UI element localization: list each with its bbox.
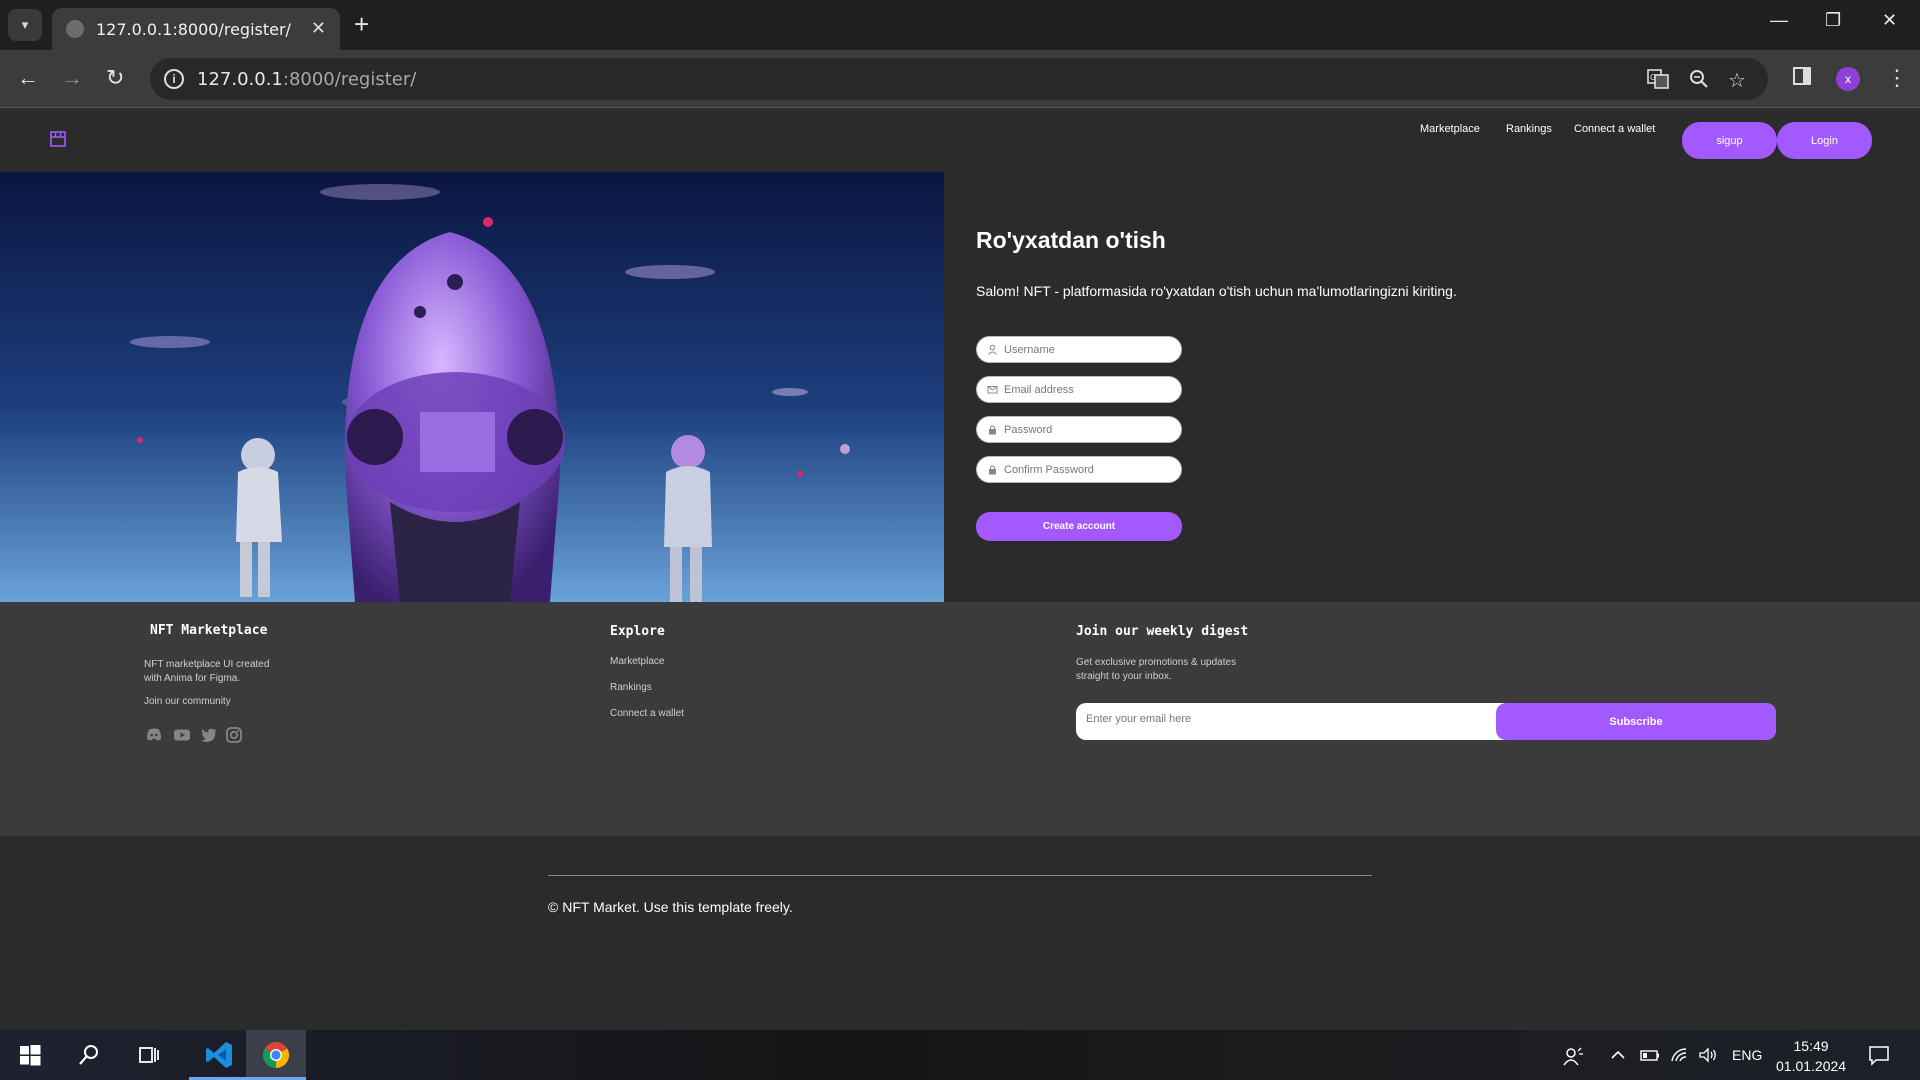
footer-explore-title: Explore xyxy=(610,624,665,639)
lock-icon xyxy=(987,424,998,435)
site-info-icon[interactable]: i xyxy=(164,69,184,89)
envelope-icon xyxy=(987,384,998,395)
close-tab-icon[interactable]: ✕ xyxy=(311,18,326,39)
copyright-icon: © xyxy=(548,899,559,915)
footer-link-rankings[interactable]: Rankings xyxy=(610,682,652,693)
confirm-password-input[interactable] xyxy=(1004,461,1174,479)
clock-date: 01.01.2024 xyxy=(1776,1058,1847,1074)
footer-link-connect-wallet[interactable]: Connect a wallet xyxy=(610,708,684,719)
search-icon[interactable] xyxy=(77,1043,101,1067)
profile-avatar[interactable]: x xyxy=(1836,67,1860,91)
forward-button[interactable]: → xyxy=(61,66,83,90)
signup-button[interactable]: sigup xyxy=(1682,122,1777,159)
task-view-icon[interactable] xyxy=(137,1043,161,1067)
newsletter-form: Subscribe xyxy=(1076,703,1776,740)
nav-rankings[interactable]: Rankings xyxy=(1506,123,1552,135)
site-header: Marketplace Rankings Connect a wallet si… xyxy=(0,109,1920,171)
footer-digest-desc-1: Get exclusive promotions & updates xyxy=(1076,657,1237,668)
url-text[interactable]: 127.0.0.1:8000/register/ xyxy=(197,69,416,90)
twitter-icon[interactable] xyxy=(200,726,218,744)
hero-image xyxy=(0,172,944,602)
reload-button[interactable]: ↻ xyxy=(106,66,124,90)
instagram-icon[interactable] xyxy=(225,726,243,744)
browser-tab[interactable]: 127.0.0.1:8000/register/ ✕ xyxy=(52,8,340,50)
globe-icon xyxy=(66,20,84,38)
restore-button[interactable]: ❐ xyxy=(1825,10,1841,31)
windows-start-icon[interactable] xyxy=(18,1043,42,1067)
nav-connect-wallet[interactable]: Connect a wallet xyxy=(1574,123,1655,135)
vscode-icon xyxy=(206,1042,232,1068)
translate-icon[interactable]: G xyxy=(1647,68,1669,96)
browser-tab-bar: ▾ 127.0.0.1:8000/register/ ✕ + — ❐ ✕ xyxy=(0,0,1920,50)
new-tab-button[interactable]: + xyxy=(354,10,369,38)
footer-community-label: Join our community xyxy=(144,696,231,707)
copyright-label: NFT Market. Use this template freely. xyxy=(562,899,793,915)
chrome-taskbar-button[interactable] xyxy=(246,1030,306,1080)
vscode-taskbar-button[interactable] xyxy=(189,1030,249,1080)
svg-text:G: G xyxy=(1650,73,1656,82)
close-window-button[interactable]: ✕ xyxy=(1882,10,1897,31)
password-field[interactable] xyxy=(976,416,1182,443)
login-button[interactable]: Login xyxy=(1777,122,1872,159)
footer-brand-desc-1: NFT marketplace UI created xyxy=(144,659,270,670)
footer-digest-title: Join our weekly digest xyxy=(1076,624,1249,639)
form-subtitle: Salom! NFT - platformasida ro'yxatdan o'… xyxy=(976,283,1457,299)
username-field[interactable] xyxy=(976,336,1182,363)
chrome-icon xyxy=(262,1042,290,1069)
windows-taskbar: ENG 15:49 01.01.2024 xyxy=(0,1030,1920,1080)
wifi-icon[interactable] xyxy=(1670,1047,1690,1066)
language-indicator[interactable]: ENG xyxy=(1732,1047,1762,1063)
back-button[interactable]: ← xyxy=(17,66,39,90)
footer-divider xyxy=(548,875,1372,876)
notification-icon[interactable] xyxy=(1868,1044,1890,1069)
discord-icon[interactable] xyxy=(145,726,163,744)
bookmark-star-icon[interactable]: ☆ xyxy=(1728,68,1746,93)
volume-icon[interactable] xyxy=(1698,1047,1718,1066)
system-clock[interactable]: 15:49 01.01.2024 xyxy=(1776,1036,1846,1076)
minimize-button[interactable]: — xyxy=(1770,10,1788,31)
username-input[interactable] xyxy=(1004,341,1174,359)
email-field[interactable] xyxy=(976,376,1182,403)
zoom-icon[interactable] xyxy=(1688,68,1710,96)
footer-link-marketplace[interactable]: Marketplace xyxy=(610,656,664,667)
user-icon xyxy=(987,344,998,355)
page-title: Ro'yxatdan o'tish xyxy=(976,227,1166,253)
side-panel-icon[interactable] xyxy=(1792,66,1812,92)
people-icon[interactable] xyxy=(1562,1047,1584,1070)
lock-icon xyxy=(987,464,998,475)
clock-time: 15:49 xyxy=(1793,1038,1829,1054)
copyright-text: © NFT Market. Use this template freely. xyxy=(548,899,793,915)
tab-search-button[interactable]: ▾ xyxy=(8,9,42,41)
create-account-button[interactable]: Create account xyxy=(976,512,1182,541)
battery-icon[interactable] xyxy=(1640,1047,1660,1066)
page-content: Marketplace Rankings Connect a wallet si… xyxy=(0,109,1920,1030)
nav-marketplace[interactable]: Marketplace xyxy=(1420,123,1480,135)
email-input[interactable] xyxy=(1004,381,1174,399)
address-bar[interactable]: i 127.0.0.1:8000/register/ G ☆ xyxy=(150,58,1768,100)
youtube-icon[interactable] xyxy=(173,726,191,744)
site-footer: NFT Marketplace NFT marketplace UI creat… xyxy=(0,602,1920,915)
subscribe-button[interactable]: Subscribe xyxy=(1496,703,1776,740)
storefront-logo-icon[interactable] xyxy=(49,130,67,148)
footer-brand-title: NFT Marketplace xyxy=(150,623,268,638)
newsletter-email-input[interactable] xyxy=(1086,713,1486,725)
browser-toolbar: ← → ↻ i 127.0.0.1:8000/register/ G ☆ x ⋮ xyxy=(0,50,1920,108)
tab-title: 127.0.0.1:8000/register/ xyxy=(96,19,291,39)
password-input[interactable] xyxy=(1004,421,1174,439)
footer-brand-desc-2: with Anima for Figma. xyxy=(144,673,241,684)
chevron-up-icon[interactable] xyxy=(1610,1047,1626,1066)
browser-menu-icon[interactable]: ⋮ xyxy=(1886,65,1908,91)
footer-digest-desc-2: straight to your inbox. xyxy=(1076,671,1172,682)
confirm-password-field[interactable] xyxy=(976,456,1182,483)
